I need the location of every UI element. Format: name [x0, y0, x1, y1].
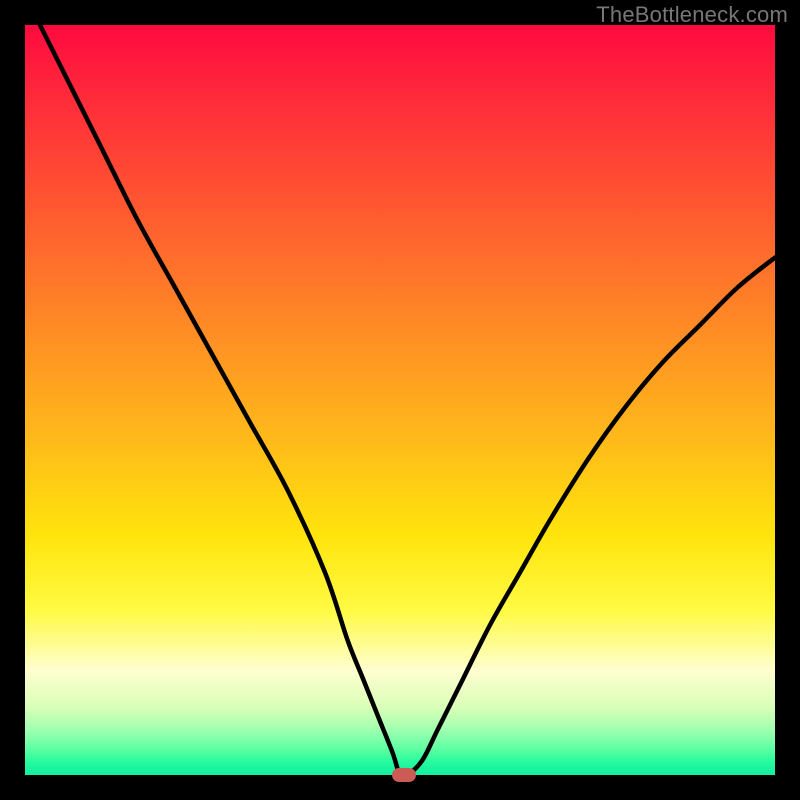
chart-frame: TheBottleneck.com	[0, 0, 800, 800]
bottleneck-curve	[40, 25, 775, 775]
curve-svg	[25, 25, 775, 775]
optimum-marker	[392, 768, 416, 782]
plot-area	[25, 25, 775, 775]
